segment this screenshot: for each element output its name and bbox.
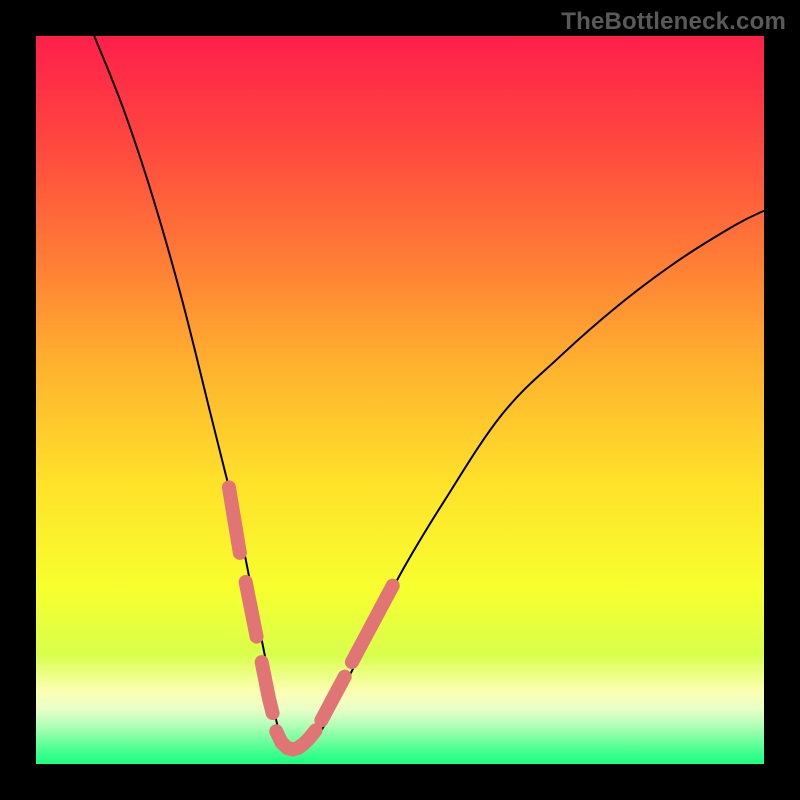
bottleneck-curve xyxy=(94,36,764,750)
marker-right-segment-lower xyxy=(321,677,344,721)
marker-right-segment-upper xyxy=(352,586,393,662)
marker-left-segment-mid xyxy=(246,582,257,637)
marker-group xyxy=(229,487,393,749)
marker-left-segment-lower xyxy=(262,662,273,713)
marker-valley-floor xyxy=(276,731,315,750)
chart-frame: TheBottleneck.com xyxy=(0,0,800,800)
curve-layer xyxy=(36,36,764,764)
watermark-label: TheBottleneck.com xyxy=(561,8,786,36)
marker-left-segment-upper xyxy=(229,487,240,553)
plot-area xyxy=(36,36,764,764)
